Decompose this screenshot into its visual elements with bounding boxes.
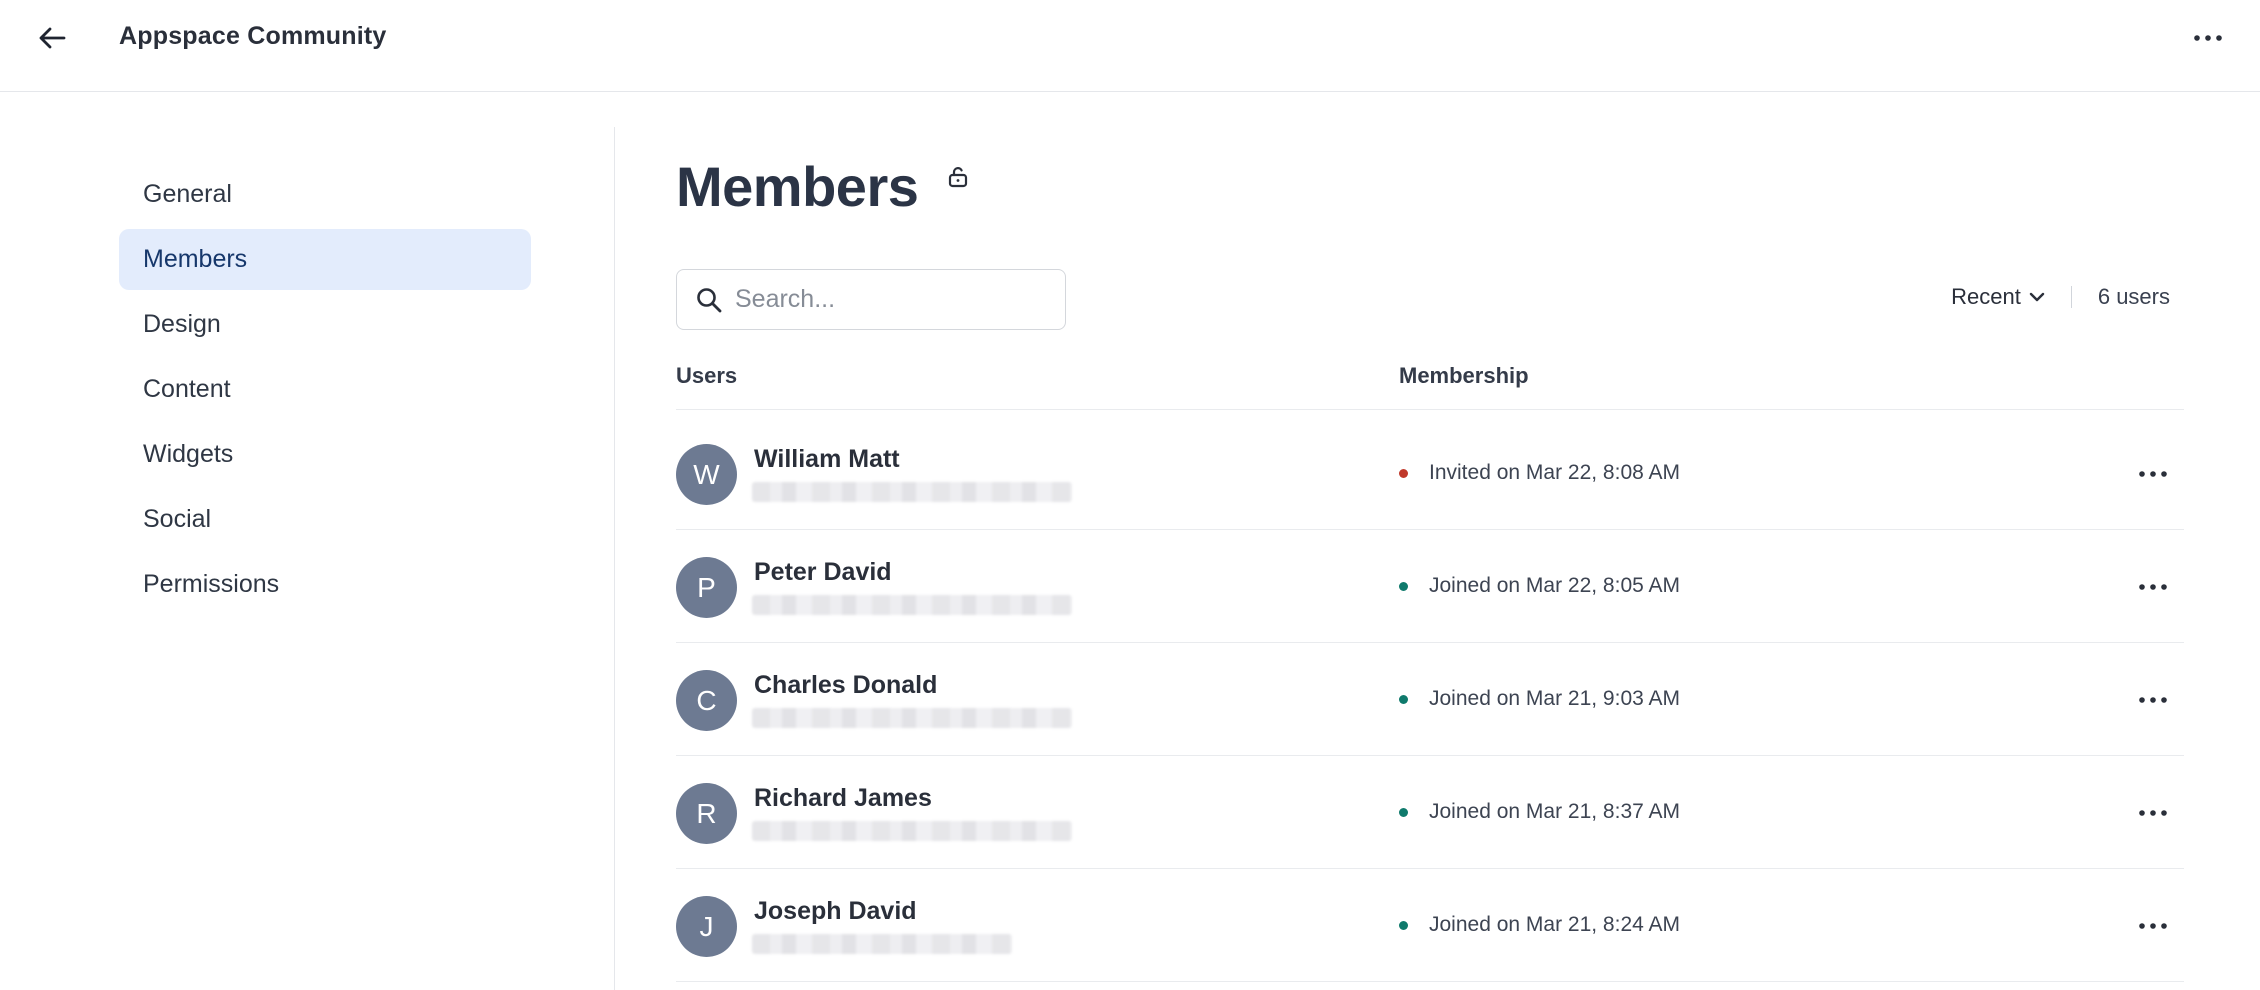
avatar: R: [676, 783, 737, 844]
avatar: C: [676, 670, 737, 731]
membership-status: Invited on Mar 22, 8:08 AM: [1399, 461, 1680, 485]
avatar: P: [676, 557, 737, 618]
membership-status: Joined on Mar 21, 8:37 AM: [1399, 800, 1680, 824]
more-horizontal-icon: [2139, 923, 2167, 929]
sidebar-item-label: Widgets: [143, 440, 234, 468]
sidebar-item-widgets[interactable]: Widgets: [119, 424, 531, 485]
search-input[interactable]: [735, 285, 1055, 314]
table-row[interactable]: R Richard James Joined on Mar 21, 8:37 A…: [676, 756, 2184, 869]
membership-status: Joined on Mar 21, 8:24 AM: [1399, 913, 1680, 937]
member-email-redacted: [752, 482, 1072, 502]
chevron-down-icon: [2029, 292, 2045, 302]
more-horizontal-icon: [2139, 471, 2167, 477]
arrow-left-icon: [39, 27, 66, 49]
sidebar-item-label: General: [143, 180, 232, 208]
sidebar-item-label: Social: [143, 505, 212, 533]
membership-status: Joined on Mar 22, 8:05 AM: [1399, 574, 1680, 598]
page-title: Members: [676, 155, 919, 218]
more-horizontal-icon: [2139, 584, 2167, 590]
status-dot-icon: [1399, 581, 1408, 591]
table-row[interactable]: J Joseph David Joined on Mar 21, 8:24 AM: [676, 869, 2184, 982]
member-name: Joseph David: [754, 897, 917, 925]
member-email-redacted: [752, 934, 1012, 954]
column-header-users: Users: [676, 363, 738, 388]
sidebar-item-general[interactable]: General: [119, 164, 531, 225]
membership-status-text: Invited on Mar 22, 8:08 AM: [1429, 461, 1680, 484]
row-more-button[interactable]: [2136, 683, 2170, 717]
row-more-button[interactable]: [2136, 570, 2170, 604]
sidebar-item-label: Design: [143, 310, 221, 338]
status-dot-icon: [1399, 920, 1408, 930]
column-header-membership: Membership: [1399, 363, 1529, 388]
table-row[interactable]: W William Matt Invited on Mar 22, 8:08 A…: [676, 417, 2184, 530]
membership-status-text: Joined on Mar 21, 9:03 AM: [1429, 687, 1680, 710]
membership-status-text: Joined on Mar 22, 8:05 AM: [1429, 574, 1680, 597]
member-name: Richard James: [754, 784, 932, 812]
member-email-redacted: [752, 595, 1072, 615]
user-count: 6 users: [2097, 284, 2170, 309]
sidebar-item-label: Content: [143, 375, 231, 403]
member-name: Peter David: [754, 558, 892, 586]
row-more-button[interactable]: [2136, 457, 2170, 491]
app-more-button[interactable]: [2190, 20, 2226, 56]
back-button[interactable]: [34, 20, 70, 56]
sidebar-item-social[interactable]: Social: [119, 489, 531, 550]
table-row[interactable]: P Peter David Joined on Mar 22, 8:05 AM: [676, 530, 2184, 643]
table-row[interactable]: C Charles Donald Joined on Mar 21, 9:03 …: [676, 643, 2184, 756]
sidebar-item-content[interactable]: Content: [119, 359, 531, 420]
membership-status: Joined on Mar 21, 9:03 AM: [1399, 687, 1680, 711]
controls-separator: [2070, 286, 2072, 308]
avatar: W: [676, 444, 737, 505]
sidebar-item-permissions[interactable]: Permissions: [119, 554, 531, 615]
member-email-redacted: [752, 821, 1072, 841]
more-horizontal-icon: [2194, 35, 2222, 41]
membership-status-text: Joined on Mar 21, 8:24 AM: [1429, 913, 1680, 936]
app-title: Appspace Community: [119, 22, 387, 50]
sidebar-item-label: Permissions: [143, 570, 280, 598]
unlock-icon[interactable]: [946, 165, 972, 191]
list-controls: Recent 6 users: [1951, 284, 2170, 310]
member-email-redacted: [752, 708, 1072, 728]
sidebar-item-label: Members: [143, 245, 248, 273]
sidebar-item-members[interactable]: Members: [119, 229, 531, 290]
member-name: William Matt: [754, 445, 900, 473]
status-dot-icon: [1399, 694, 1408, 704]
status-dot-icon: [1399, 468, 1408, 478]
row-more-button[interactable]: [2136, 909, 2170, 943]
status-dot-icon: [1399, 807, 1408, 817]
search-icon: [697, 287, 722, 312]
sort-label: Recent: [1951, 284, 2021, 309]
member-name: Charles Donald: [754, 671, 938, 699]
avatar: J: [676, 896, 737, 957]
sidebar-divider: [614, 127, 615, 990]
settings-sidebar: General Members Design Content Widgets S…: [119, 164, 531, 619]
search-field[interactable]: [676, 269, 1066, 330]
more-horizontal-icon: [2139, 697, 2167, 703]
row-more-button[interactable]: [2136, 796, 2170, 830]
members-list: W William Matt Invited on Mar 22, 8:08 A…: [676, 417, 2184, 982]
sidebar-item-design[interactable]: Design: [119, 294, 531, 355]
top-bar: Appspace Community: [0, 0, 2260, 92]
title-row: Members: [676, 154, 972, 219]
more-horizontal-icon: [2139, 810, 2167, 816]
membership-status-text: Joined on Mar 21, 8:37 AM: [1429, 800, 1680, 823]
members-table-header: Users Membership: [676, 354, 2184, 410]
sort-dropdown[interactable]: Recent: [1951, 284, 2045, 310]
